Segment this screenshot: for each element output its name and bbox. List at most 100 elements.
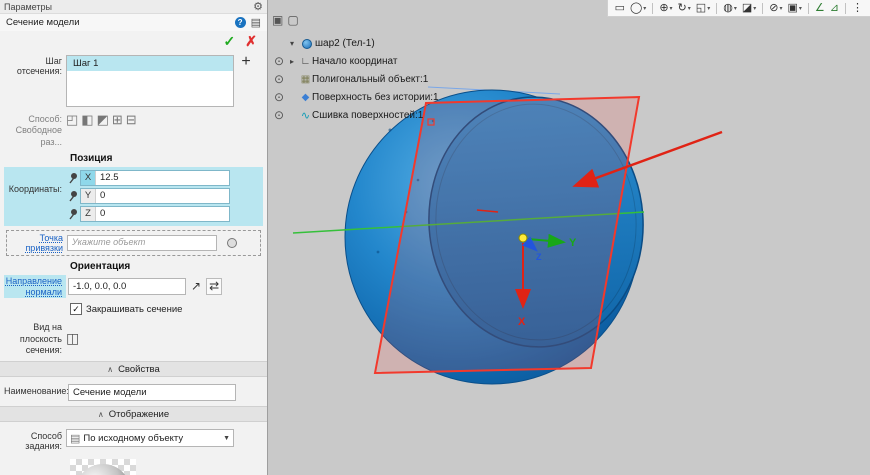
confirm-button[interactable]: ✓ <box>224 33 236 50</box>
zoom-icon[interactable]: ◯▾ <box>628 0 648 16</box>
visibility-eye-icon[interactable]: ⊙ <box>274 90 290 104</box>
measure-icon[interactable]: ∠ <box>813 0 827 16</box>
flip-direction-icon[interactable]: ⇄ <box>206 278 222 295</box>
clip-tool-secondary-icon[interactable]: ▢ <box>287 13 298 27</box>
cancel-button[interactable]: ✗ <box>245 33 257 50</box>
method-plane-icon[interactable]: ◧ <box>81 113 93 127</box>
view-plane-label: Вид на плоскость сечения: <box>4 320 66 356</box>
app-root: Параметры ⚙ Сечение модели ? ▤ ✓ ✗ Шаг о… <box>0 0 870 475</box>
method-box-icon[interactable]: ⊟ <box>126 113 137 127</box>
material-preview[interactable] <box>70 459 136 475</box>
method-offset-icon[interactable]: ◩ <box>97 113 109 127</box>
parameters-form: Шаг отсечения: Шаг 1 + Способ: Свободное… <box>0 51 267 356</box>
display-edges-icon[interactable]: ◪▾ <box>740 0 758 16</box>
coordinate-x-field[interactable]: X 12.5 <box>80 170 230 186</box>
polygonal-object-icon: ▦ <box>299 74 312 85</box>
chevron-down-icon[interactable]: ▾ <box>290 39 299 48</box>
select-frame-icon[interactable]: ▭ <box>613 0 627 16</box>
axis-y-label: Y <box>569 237 577 249</box>
coordinate-y-field[interactable]: Y 0 <box>80 188 230 204</box>
tree-root[interactable]: ▾ шар2 (Тел-1) <box>290 35 439 52</box>
pin-icon[interactable] <box>66 172 80 184</box>
step-item[interactable]: Шаг 1 <box>67 56 233 71</box>
origin-icon: ∟ <box>299 56 312 67</box>
command-header: Сечение модели ? ▤ <box>0 14 267 31</box>
collapse-icon: ∧ <box>107 365 113 374</box>
normal-direction-link[interactable]: Направление нормали <box>4 275 66 299</box>
clip-tool-icon[interactable]: ▣ <box>272 13 283 27</box>
stitch-surfaces-icon: ∿ <box>299 109 312 122</box>
clipboard-mini-toolbar: ▣ ▢ <box>272 13 299 27</box>
fill-section-checkbox[interactable]: ✓ <box>70 303 82 315</box>
hide-objects-icon[interactable]: ⊘▾ <box>767 0 784 16</box>
chevron-right-icon[interactable]: ▸ <box>290 57 299 66</box>
tree-item-surface[interactable]: ⊙ ◆ Поверхность без истории:1 <box>274 88 439 106</box>
step-label: Шаг отсечения: <box>4 55 66 76</box>
pin-icon[interactable] <box>66 208 80 220</box>
check-icon: ✓ <box>72 304 80 315</box>
surface-icon: ◆ <box>299 92 312 103</box>
orientation-icon[interactable]: ◱▾ <box>694 0 712 16</box>
parameters-panel: Параметры ⚙ Сечение модели ? ▤ ✓ ✗ Шаг о… <box>0 0 268 475</box>
anchor-picker-button[interactable] <box>227 238 237 248</box>
position-header: Позиция <box>70 153 263 164</box>
rotate-icon[interactable]: ↻▾ <box>676 0 693 16</box>
method-zone-icon[interactable]: ⊞ <box>112 113 123 127</box>
display-collapse-bar[interactable]: ∧ Отображение <box>0 406 267 422</box>
model-tree: ▾ шар2 (Тел-1) ⊙ ▸ ∟ Начало координат ⊙ … <box>274 35 439 124</box>
anchor-row: Точка привязки Укажите объект <box>6 230 261 256</box>
coordinates-block: Координаты: X 12.5 Y 0 <box>4 167 263 226</box>
tree-item-stitching[interactable]: ⊙ ∿ Сшивка поверхностей:1 <box>274 106 439 124</box>
orientation-header: Ориентация <box>70 261 263 272</box>
help-icon[interactable]: ? <box>235 17 246 28</box>
collapse-icon: ∧ <box>98 410 104 419</box>
clip-section-icon[interactable]: ▣▾ <box>785 0 803 16</box>
definition-method-select[interactable]: ▤ По исходному объекту ▼ <box>66 429 234 447</box>
visibility-eye-icon[interactable]: ⊙ <box>274 108 290 122</box>
gear-icon[interactable]: ⚙ <box>253 0 263 13</box>
name-label: Наименование: <box>4 384 66 396</box>
chevron-down-icon: ▼ <box>223 435 230 442</box>
method-label: Способ: Свободное раз... <box>4 112 66 148</box>
tree-root-label[interactable]: шар2 (Тел-1) <box>315 38 375 49</box>
sphere-speckle <box>389 129 392 132</box>
method-free-icon[interactable]: ◰ <box>66 113 78 127</box>
sphere-preview <box>75 464 131 475</box>
source-object-icon: ▤ <box>70 432 80 445</box>
coordinates-label: Координаты: <box>4 170 66 223</box>
origin-point[interactable] <box>519 234 527 242</box>
view-plane-icon[interactable]: ◫ <box>66 330 79 347</box>
panel-title: Параметры <box>4 2 52 12</box>
visibility-eye-icon[interactable]: ⊙ <box>274 72 290 86</box>
coordinate-z-field[interactable]: Z 0 <box>80 206 230 222</box>
section-plane-icon[interactable]: ⊿ <box>828 0 841 16</box>
definition-method-label: Способ задания: <box>4 429 66 451</box>
fill-section-label: Закрашивать сечение <box>86 304 182 315</box>
anchor-object-input[interactable]: Укажите объект <box>67 235 217 251</box>
properties-collapse-bar[interactable]: ∧ Свойства <box>0 361 267 377</box>
properties-header: Свойства <box>118 364 160 375</box>
visibility-eye-icon[interactable]: ⊙ <box>274 54 290 68</box>
viewport[interactable]: X Y Z ▭ ◯▾ ⊕▾ ↻▾ ◱▾ ◍▾ ◪▾ ⊘▾ ▣▾ ∠ ⊿ <box>268 0 870 475</box>
tree-item-origin[interactable]: ⊙ ▸ ∟ Начало координат <box>274 52 439 70</box>
normal-direction-input[interactable]: -1.0, 0.0, 0.0 <box>68 278 186 295</box>
direction-arrow-icon[interactable]: ↗ <box>191 278 201 295</box>
step-list[interactable]: Шаг 1 <box>66 55 234 107</box>
name-input[interactable]: Сечение модели <box>68 384 236 401</box>
axis-x-label: X <box>518 316 526 328</box>
add-step-button[interactable]: + <box>234 55 258 69</box>
method-buttons: ◰ ◧ ◩ ⊞ ⊟ <box>66 112 137 127</box>
display-header: Отображение <box>109 409 169 420</box>
body-icon <box>302 39 312 49</box>
display-mode-icon[interactable]: ◍▾ <box>721 0 739 16</box>
panel-list-icon[interactable]: ▤ <box>251 16 261 29</box>
sphere-speckle <box>377 251 380 254</box>
tree-item-polygonal-object[interactable]: ⊙ ▦ Полигональный объект:1 <box>274 70 439 88</box>
confirm-row: ✓ ✗ <box>0 31 267 51</box>
command-title: Сечение модели <box>6 17 80 28</box>
more-tools-icon[interactable]: ⋮ <box>850 0 865 16</box>
pin-icon[interactable] <box>66 190 80 202</box>
pan-icon[interactable]: ⊕▾ <box>657 0 674 16</box>
view-toolbar: ▭ ◯▾ ⊕▾ ↻▾ ◱▾ ◍▾ ◪▾ ⊘▾ ▣▾ ∠ ⊿ ⋮ <box>607 0 870 17</box>
anchor-point-link[interactable]: Точка привязки <box>9 233 67 253</box>
